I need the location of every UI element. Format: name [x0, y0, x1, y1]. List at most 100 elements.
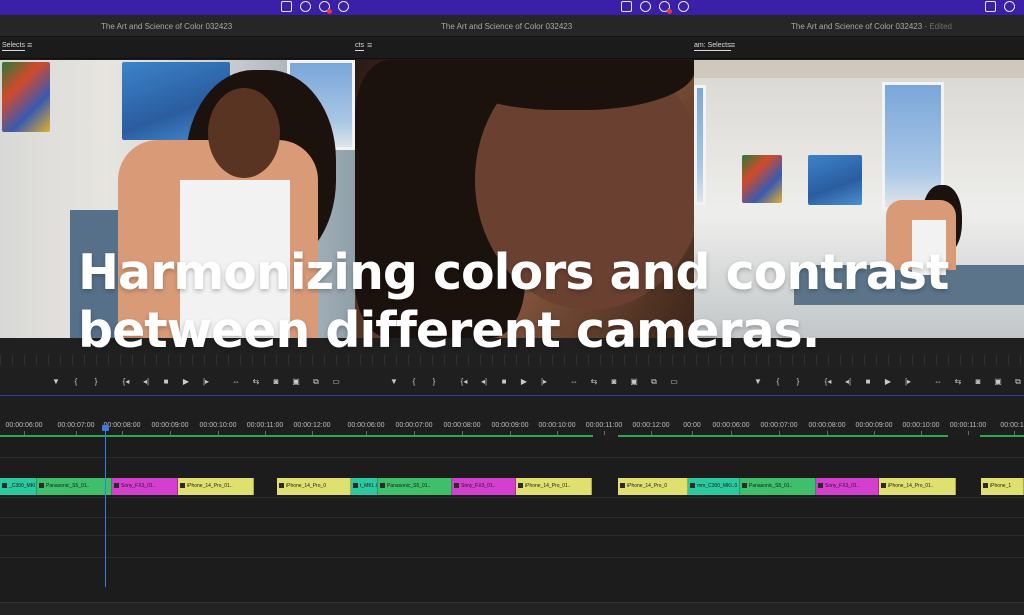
panel-tab-label[interactable]: cts: [355, 42, 364, 51]
clip-label: Panasonic_S5_01..: [387, 483, 431, 489]
timeline-clip[interactable]: _C300_MKI..0: [0, 478, 37, 495]
fx-badge-icon: [279, 483, 284, 488]
caption-line: between different cameras.: [78, 302, 820, 359]
timeline-clip[interactable]: iPhone_14_Pro_01..: [178, 478, 254, 495]
timeline-clip[interactable]: t_MKI..0: [351, 478, 378, 495]
settings-icon[interactable]: ▭: [326, 377, 346, 387]
camera-icon[interactable]: ◙: [604, 377, 624, 387]
creative-cloud-icon[interactable]: [640, 1, 651, 12]
timeline-scrollbar[interactable]: [0, 602, 1024, 615]
mark-out-icon[interactable]: }: [86, 377, 106, 387]
timeline-ruler[interactable]: 00:00:06:00 00:00:07:00 00:00:08:00 00:00:0…: [0, 397, 1024, 437]
fx-badge-icon: [454, 483, 459, 488]
notification-icon[interactable]: [319, 1, 332, 14]
ruler-timecode: 00:00:12:00: [632, 422, 670, 429]
mark-in-icon[interactable]: {: [768, 377, 788, 387]
timeline-clip[interactable]: iPhone_14_Pro_01..: [516, 478, 592, 495]
panel-tab-label[interactable]: am: Selects: [694, 42, 731, 51]
creative-cloud-icon[interactable]: [1004, 1, 1015, 12]
clip-label: iPhone_14_Pro_01..: [888, 483, 934, 489]
timeline-clip[interactable]: iPhone_14_Pro_0: [277, 478, 351, 495]
go-to-in-icon[interactable]: {◂: [454, 377, 474, 387]
go-to-in-icon[interactable]: {◂: [116, 377, 136, 387]
track-divider: [0, 535, 1024, 536]
mark-in-icon[interactable]: {: [66, 377, 86, 387]
mark-out-icon[interactable]: }: [424, 377, 444, 387]
transport-group: ▼{} {◂◂|■▶|▸ ⇔⇆◙▣⧉▭: [384, 377, 684, 387]
creative-cloud-icon[interactable]: [300, 1, 311, 12]
globe-icon[interactable]: [678, 1, 689, 12]
hamburger-menu-icon[interactable]: ≡: [367, 40, 372, 50]
playhead[interactable]: [105, 427, 106, 587]
in-out-range-bar: [618, 435, 948, 437]
fx-badge-icon: [983, 483, 988, 488]
track-divider: [0, 457, 1024, 458]
go-to-out-icon[interactable]: |▸: [898, 377, 918, 387]
fx-badge-icon: [114, 483, 119, 488]
camera-icon[interactable]: ◙: [266, 377, 286, 387]
play-icon[interactable]: ▶: [878, 377, 898, 387]
export-frame-icon[interactable]: ⧉: [1008, 377, 1024, 387]
compare-icon[interactable]: ▣: [286, 377, 306, 387]
stop-icon[interactable]: ■: [156, 377, 176, 387]
stop-icon[interactable]: ■: [858, 377, 878, 387]
play-icon[interactable]: ▶: [176, 377, 196, 387]
overwrite-icon[interactable]: ⇆: [246, 377, 266, 387]
panel-tab-label[interactable]: Selects: [2, 42, 25, 51]
ruler-timecode: 00:00:06:00: [347, 422, 385, 429]
stop-icon[interactable]: ■: [494, 377, 514, 387]
marker-icon[interactable]: ▼: [384, 377, 404, 387]
timeline-clip[interactable]: iPhone_14_Pro_01..: [879, 478, 956, 495]
timeline-clip[interactable]: Panasonic_S5_01..: [740, 478, 816, 495]
fx-badge-icon: [353, 483, 358, 488]
insert-icon[interactable]: ⇔: [928, 377, 948, 387]
timeline-clip[interactable]: iPhone_14_Pro_0: [618, 478, 688, 495]
screen-record-icon[interactable]: [281, 1, 292, 12]
export-frame-icon[interactable]: ⧉: [306, 377, 326, 387]
go-to-out-icon[interactable]: |▸: [196, 377, 216, 387]
timeline-clip[interactable]: mm_C300_MKI..0: [688, 478, 740, 495]
go-to-out-icon[interactable]: |▸: [534, 377, 554, 387]
clip-label: mm_C300_MKI..0: [697, 483, 738, 489]
hamburger-menu-icon[interactable]: ≡: [27, 40, 32, 50]
marker-icon[interactable]: ▼: [46, 377, 66, 387]
hamburger-menu-icon[interactable]: ≡: [730, 40, 735, 50]
timeline-clip[interactable]: Sony_FX3_01..: [816, 478, 879, 495]
compare-icon[interactable]: ▣: [624, 377, 644, 387]
mark-in-icon[interactable]: {: [404, 377, 424, 387]
playhead-handle[interactable]: [102, 425, 109, 431]
globe-icon[interactable]: [338, 1, 349, 12]
ruler-timecode: 00:00:08:00: [808, 422, 846, 429]
timeline-clip[interactable]: Sony_FX3_01..: [452, 478, 516, 495]
screen-record-icon[interactable]: [985, 1, 996, 12]
overwrite-icon[interactable]: ⇆: [948, 377, 968, 387]
compare-icon[interactable]: ▣: [988, 377, 1008, 387]
timeline-clip[interactable]: iPhone_1: [981, 478, 1024, 495]
transport-group: ▼{}{◂◂|■▶|▸⇔⇆◙▣⧉▭: [748, 377, 1024, 387]
ruler-timecode: 00:00:10:00: [538, 422, 576, 429]
ruler-timecode: 00:00:11:00: [585, 422, 623, 429]
camera-icon[interactable]: ◙: [968, 377, 988, 387]
play-icon[interactable]: ▶: [514, 377, 534, 387]
track-divider: [0, 557, 1024, 558]
marker-icon[interactable]: ▼: [748, 377, 768, 387]
go-to-in-icon[interactable]: {◂: [818, 377, 838, 387]
screen-record-icon[interactable]: [621, 1, 632, 12]
step-back-icon[interactable]: ◂|: [136, 377, 156, 387]
timeline-clip[interactable]: Panasonic_S5_01..: [37, 478, 112, 495]
step-back-icon[interactable]: ◂|: [474, 377, 494, 387]
top-menu-bar: [0, 0, 1024, 15]
step-back-icon[interactable]: ◂|: [838, 377, 858, 387]
settings-icon[interactable]: ▭: [664, 377, 684, 387]
timeline-clip[interactable]: Panasonic_S5_01..: [378, 478, 452, 495]
notification-icon[interactable]: [659, 1, 672, 14]
mark-out-icon[interactable]: }: [788, 377, 808, 387]
track-divider: [0, 497, 1024, 498]
export-frame-icon[interactable]: ⧉: [644, 377, 664, 387]
ruler-timecode: 00:00:07:00: [57, 422, 95, 429]
timeline-clip[interactable]: Sony_FX3_01..: [112, 478, 178, 495]
overwrite-icon[interactable]: ⇆: [584, 377, 604, 387]
ruler-timecode: 00:00:12:00: [293, 422, 331, 429]
insert-icon[interactable]: ⇔: [226, 377, 246, 387]
insert-icon[interactable]: ⇔: [564, 377, 584, 387]
